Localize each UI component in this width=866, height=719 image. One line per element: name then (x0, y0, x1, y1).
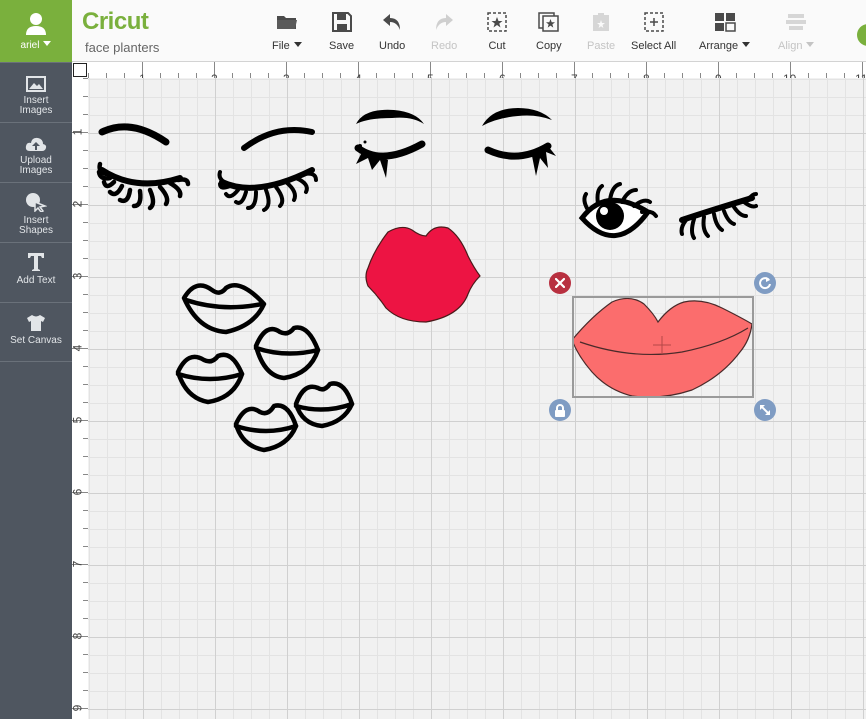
file-label: File (272, 40, 290, 52)
cut-label: Cut (488, 40, 506, 52)
file-menu-button[interactable]: File (272, 10, 302, 52)
rotate-handle[interactable] (754, 272, 776, 294)
username: ariel (20, 40, 40, 51)
ruler-label: 1 (139, 72, 146, 78)
sidebar-item-set-canvas[interactable]: Set Canvas (0, 302, 72, 362)
ruler-label: 2 (72, 201, 84, 208)
sidebar-item-label: Insert Shapes (19, 215, 53, 236)
left-sidebar: ariel Insert Images Upload Images Insert… (0, 0, 72, 719)
sidebar-item-label: Set Canvas (10, 335, 62, 346)
redo-button[interactable]: Redo (431, 10, 457, 52)
ruler-label: 11 (855, 72, 866, 78)
shirt-icon (27, 315, 45, 331)
sidebar-item-upload-images[interactable]: Upload Images (0, 122, 72, 182)
cut-button[interactable]: Cut (487, 10, 507, 52)
ruler-label: 6 (499, 72, 506, 78)
horizontal-ruler: 1 2 3 4 5 6 7 8 9 10 11 (88, 62, 866, 78)
sidebar-item-label: Insert Images (19, 95, 53, 116)
lock-icon (555, 403, 565, 417)
lock-handle[interactable] (549, 399, 571, 421)
ruler-label: 4 (355, 72, 362, 78)
ruler-label: 6 (72, 489, 84, 496)
arrange-label: Arrange (699, 40, 739, 52)
ruler-corner (72, 62, 88, 78)
folder-icon (276, 16, 297, 29)
chevron-down-icon (806, 42, 815, 47)
save-button[interactable]: Save (329, 10, 354, 52)
top-toolbar: Cricut face planters File Save Undo Redo… (72, 0, 866, 62)
chevron-down-icon (742, 42, 751, 47)
select-all-icon (643, 12, 664, 32)
account-menu[interactable]: ariel (0, 0, 72, 62)
shapes-icon (26, 193, 47, 212)
ruler-label: 7 (571, 72, 578, 78)
ruler-label: 8 (643, 72, 650, 78)
user-avatar-icon (26, 13, 46, 35)
select-all-label: Select All (631, 40, 677, 52)
undo-icon (383, 14, 401, 30)
vertical-ruler: 1 2 3 4 5 6 7 8 9 (72, 78, 88, 719)
cloud-upload-icon (25, 137, 47, 151)
select-all-button[interactable]: Select All (631, 10, 676, 52)
vertical-ruler-ticks (72, 78, 88, 709)
paste-icon (593, 13, 610, 31)
paste-label: Paste (587, 40, 616, 52)
red-lips-image[interactable] (364, 222, 482, 324)
rotate-icon (759, 277, 771, 290)
ruler-label: 5 (427, 72, 434, 78)
closed-eye-lashes-image[interactable] (96, 120, 192, 216)
arrange-icon (714, 13, 736, 32)
copy-label: Copy (536, 40, 562, 52)
undo-label: Undo (379, 40, 406, 52)
ruler-label: 5 (72, 417, 84, 424)
project-name: face planters (85, 40, 160, 55)
resize-handle[interactable] (754, 399, 776, 421)
redo-label: Redo (431, 40, 458, 52)
resize-icon (760, 405, 770, 415)
sidebar-item-add-text[interactable]: Add Text (0, 242, 72, 302)
ruler-label: 1 (72, 129, 84, 136)
ruler-label: 10 (783, 72, 796, 78)
floppy-disk-icon (331, 12, 352, 32)
delete-icon (555, 278, 565, 288)
selection-box[interactable] (572, 296, 754, 398)
image-icon (26, 76, 46, 92)
sidebar-item-insert-images[interactable]: Insert Images (0, 62, 72, 122)
sidebar-item-label: Upload Images (19, 155, 53, 176)
chevron-down-icon (293, 42, 302, 47)
cut-icon (487, 12, 507, 32)
copy-icon (538, 12, 559, 32)
delete-handle[interactable] (549, 272, 571, 294)
ruler-label: 9 (72, 705, 84, 712)
cricut-logo: Cricut (82, 8, 149, 35)
sidebar-item-label: Add Text (16, 275, 56, 286)
ruler-label: 3 (283, 72, 290, 78)
paste-button[interactable]: Paste (587, 10, 615, 52)
undo-button[interactable]: Undo (379, 10, 405, 52)
redo-icon (436, 14, 454, 30)
save-label: Save (329, 40, 355, 52)
ruler-label: 3 (72, 273, 84, 280)
text-icon (28, 253, 44, 271)
ruler-label: 8 (72, 633, 84, 640)
ruler-label: 9 (715, 72, 722, 78)
copy-button[interactable]: Copy (536, 10, 562, 52)
ruler-label: 4 (72, 345, 84, 352)
arrange-menu-button[interactable]: Arrange (699, 10, 751, 52)
align-label: Align (778, 40, 803, 52)
chevron-down-icon (43, 41, 52, 46)
ruler-label: 7 (72, 561, 84, 568)
make-it-button[interactable] (857, 24, 866, 46)
align-menu-button[interactable]: Align (778, 10, 815, 52)
sidebar-item-insert-shapes[interactable]: Insert Shapes (0, 182, 72, 242)
align-icon (786, 14, 807, 30)
ruler-label: 2 (211, 72, 218, 78)
horizontal-ruler-ticks (88, 62, 863, 78)
